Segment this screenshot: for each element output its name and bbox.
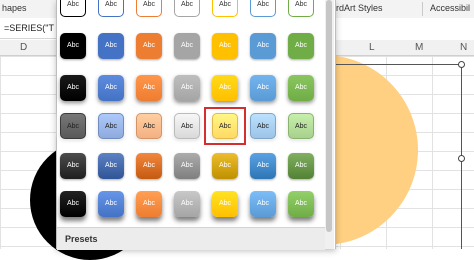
shape-style-tile[interactable]: Abc [250,113,276,139]
shape-style-tile[interactable]: Abc [250,33,276,59]
presets-section-header: Presets [57,227,325,250]
shape-style-tile[interactable]: Abc [60,153,86,179]
formula-bar-right [334,18,474,41]
shape-style-tile[interactable]: Abc [212,75,238,101]
shape-style-tile[interactable]: Abc [288,0,314,17]
shape-style-tile[interactable]: Abc [212,153,238,179]
resize-handle-top-right[interactable] [458,61,465,68]
selected-style-highlight [204,107,246,145]
shape-style-tile[interactable]: Abc [288,75,314,101]
shape-style-tile[interactable]: Abc [98,153,124,179]
column-header-m[interactable]: M [415,42,423,53]
wordart-styles-label: rdArt Styles [336,3,383,13]
column-header-d[interactable]: D [20,42,27,53]
shape-style-tile[interactable]: Abc [174,191,200,217]
shape-style-tile[interactable]: Abc [174,0,200,17]
column-header-l[interactable]: L [369,42,375,53]
shape-style-tile[interactable]: Abc [60,33,86,59]
shape-style-tile[interactable]: Abc [136,153,162,179]
shape-style-tile[interactable]: Abc [174,113,200,139]
shape-style-tile[interactable]: Abc [288,153,314,179]
ribbon-wordart-group: rdArt Styles Accessibil [334,0,474,19]
shape-style-tile[interactable]: Abc [212,33,238,59]
accessibility-group-label: Accessibil [430,3,471,13]
resize-handle-middle-right[interactable] [458,155,465,162]
shape-style-tile[interactable]: Abc [212,0,238,17]
chart-selection-border-top [334,64,462,65]
shape-style-tile[interactable]: Abc [98,33,124,59]
shape-style-tile[interactable]: Abc [98,113,124,139]
column-header-bar-right: L M N [334,40,474,56]
gallery-scrollbar[interactable] [325,0,334,249]
shapes-group-label: hapes [2,3,27,13]
shape-style-tile[interactable]: Abc [174,75,200,101]
shape-style-tile[interactable]: Abc [136,75,162,101]
shape-style-tile[interactable]: Abc [98,75,124,101]
shape-style-tile[interactable]: Abc [60,191,86,217]
shape-style-tile[interactable]: Abc [136,33,162,59]
shape-style-tile[interactable]: Abc [250,191,276,217]
gallery-scroll-thumb[interactable] [326,0,332,232]
shape-style-tile[interactable]: Abc [60,113,86,139]
ribbon-separator [422,2,423,16]
presets-label: Presets [65,234,98,244]
shape-style-tile[interactable]: Abc [60,0,86,17]
shape-style-tile[interactable]: Abc [250,0,276,17]
formula-bar[interactable]: =SERIES("T [0,18,56,39]
shape-style-tile[interactable]: Abc [174,153,200,179]
formula-text: =SERIES("T [4,23,54,33]
shape-style-tile[interactable]: Abc [288,33,314,59]
shape-style-tile[interactable]: Abc [250,153,276,179]
shape-style-tile[interactable]: Abc [250,75,276,101]
shape-style-tile[interactable]: Abc [288,113,314,139]
shape-style-tile[interactable]: Abc [212,191,238,217]
shape-style-tile[interactable]: Abc [136,0,162,17]
shape-styles-gallery: Abc Abc Abc Abc Abc Abc Abc Abc Abc Abc Abc Abc Abc A… [56,0,336,250]
shape-style-tile[interactable]: Abc [98,0,124,17]
column-header-n[interactable]: N [460,42,467,53]
shape-style-tile[interactable]: Abc [136,191,162,217]
shape-style-tile[interactable]: Abc [136,113,162,139]
shape-style-tile[interactable]: Abc [288,191,314,217]
shape-style-tile[interactable]: Abc [98,191,124,217]
column-header-bar-left: D [0,40,56,56]
ribbon-shapes-group: hapes [0,0,56,19]
shape-style-tile[interactable]: Abc [60,75,86,101]
shape-style-tile[interactable]: Abc [174,33,200,59]
